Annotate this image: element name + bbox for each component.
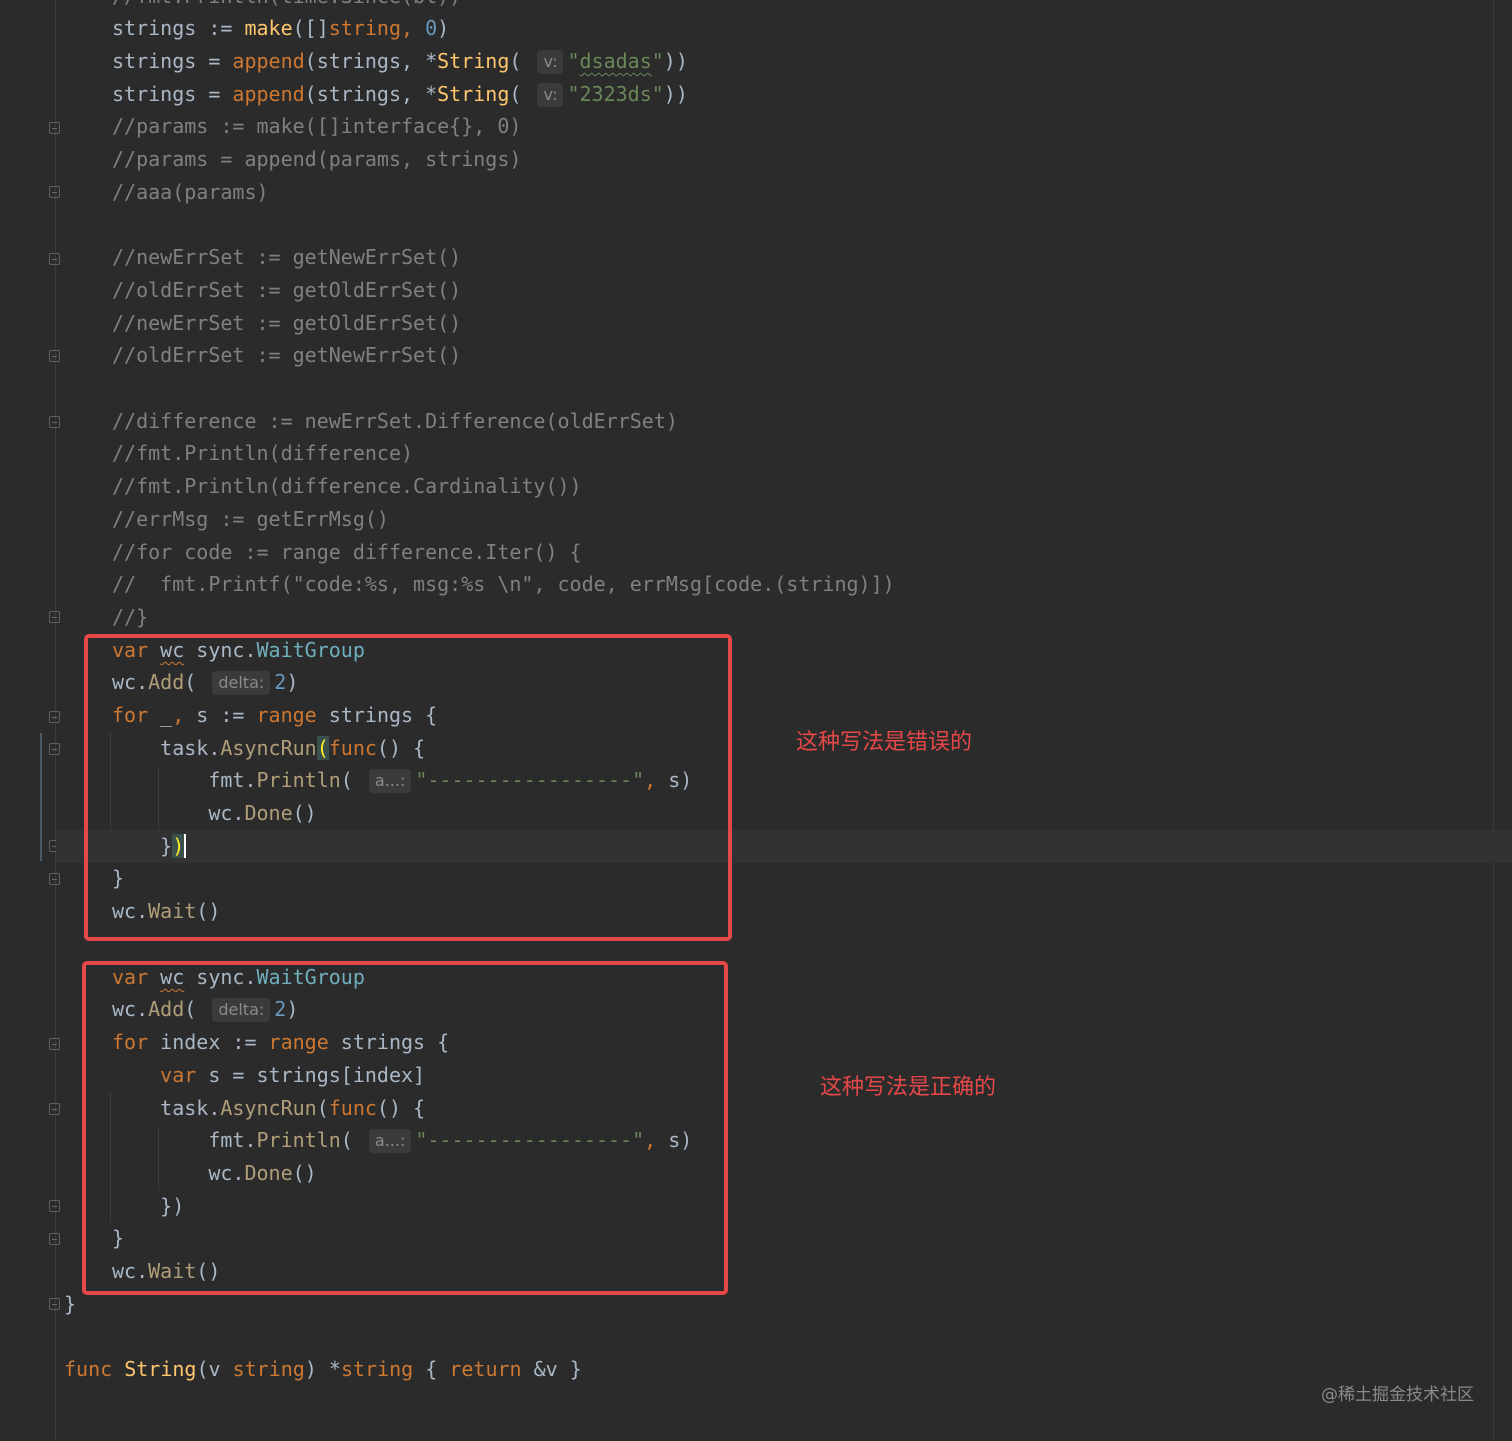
code-line[interactable]: //newErrSet := getNewErrSet() [0,241,461,274]
code-token: , [401,16,426,40]
code-token: strings := [112,16,245,40]
comment-text: //oldErrSet := getOldErrSet() [112,278,462,302]
code-line[interactable]: //fmt.Println(difference) [0,437,413,470]
comment-text: //params := make([]interface{}, 0) [112,114,522,138]
correct-code-highlight-box [82,961,728,1295]
code-token: )) [663,49,688,73]
code-line[interactable]: func String(v string) *string { return &… [0,1353,582,1386]
comment-text: //params = append(params, strings) [112,147,522,171]
code-token: (v [196,1357,233,1381]
code-line[interactable]: //params = append(params, strings) [0,143,521,176]
code-token: { [413,1357,450,1381]
code-line[interactable]: //fmt.Println(time.Since(bt)) [0,0,461,13]
correct-annotation-label: 这种写法是正确的 [820,1075,997,1100]
code-token: string [328,16,401,40]
code-line[interactable]: //oldErrSet := getNewErrSet() [0,339,461,372]
comment-text: //} [112,605,149,629]
code-line[interactable]: //} [0,601,148,634]
code-line[interactable]: strings = append(strings, *String( v: "ds… [0,45,688,78]
code-token: append [232,49,305,73]
code-line[interactable]: //for code := range difference.Iter() { [0,536,582,569]
code-token: make [244,16,293,40]
comment-text: //oldErrSet := getNewErrSet() [112,343,462,367]
code-token: func [64,1357,113,1381]
comment-text: //errMsg := getErrMsg() [112,507,389,531]
code-line[interactable]: } [0,1288,76,1321]
comment-text: //newErrSet := getNewErrSet() [112,245,462,269]
code-line[interactable]: strings := make([]string, 0) [0,12,449,45]
code-token: ) [437,16,450,40]
code-token: " [651,49,664,73]
code-token: String [437,49,510,73]
code-line[interactable]: // fmt.Printf("code:%s, msg:%s \n", code… [0,568,895,601]
code-line[interactable]: //oldErrSet := getOldErrSet() [0,274,461,307]
comment-text: //difference := newErrSet.Difference(old… [112,409,678,433]
code-token: dsadas [579,49,652,73]
code-token: String [124,1357,197,1381]
code-token: return [449,1357,522,1381]
code-token: )) [663,82,688,106]
code-token: append [232,82,305,106]
code-token: "2323ds" [567,82,664,106]
wrong-annotation-label: 这种写法是错误的 [796,730,973,755]
code-line[interactable]: strings = append(strings, *String( v: "23… [0,78,688,111]
code-token: string [232,1357,305,1381]
code-token: (strings, * [304,82,438,106]
comment-text: //fmt.Println(difference.Cardinality()) [112,474,582,498]
comment-text: // fmt.Printf("code:%s, msg:%s \n", code… [112,572,895,596]
comment-text: //fmt.Println(difference) [112,441,414,465]
code-line[interactable]: //params := make([]interface{}, 0) [0,110,521,143]
watermark: @稀土掘金技术社区 [1321,1385,1474,1405]
comment-text: //fmt.Println(time.Since(bt)) [112,0,461,8]
code-line[interactable]: //errMsg := getErrMsg() [0,503,389,536]
editor-right-margin [1493,0,1494,1441]
code-line[interactable]: //fmt.Println(difference.Cardinality()) [0,470,582,503]
code-token: (strings, * [304,49,438,73]
code-token: ([] [292,16,329,40]
code-line[interactable]: //aaa(params) [0,176,269,209]
code-token: 0 [425,16,438,40]
code-token: ( [509,49,534,73]
parameter-hint: v: [537,50,564,74]
comment-text: //for code := range difference.Iter() { [112,540,582,564]
comment-text: //newErrSet := getOldErrSet() [112,311,462,335]
code-token: strings = [112,49,233,73]
code-token: string [340,1357,414,1381]
parameter-hint: v: [537,83,564,107]
code-token: ( [509,82,534,106]
code-token: &v } [521,1357,582,1381]
code-token: " [567,49,580,73]
code-token: String [437,82,510,106]
code-line[interactable]: //difference := newErrSet.Difference(old… [0,405,678,438]
wrong-code-highlight-box [84,634,732,941]
code-line[interactable]: //newErrSet := getOldErrSet() [0,307,461,340]
code-token: } [64,1292,77,1316]
comment-text: //aaa(params) [112,180,269,204]
code-token: ) * [304,1357,341,1381]
code-token: strings = [112,82,233,106]
